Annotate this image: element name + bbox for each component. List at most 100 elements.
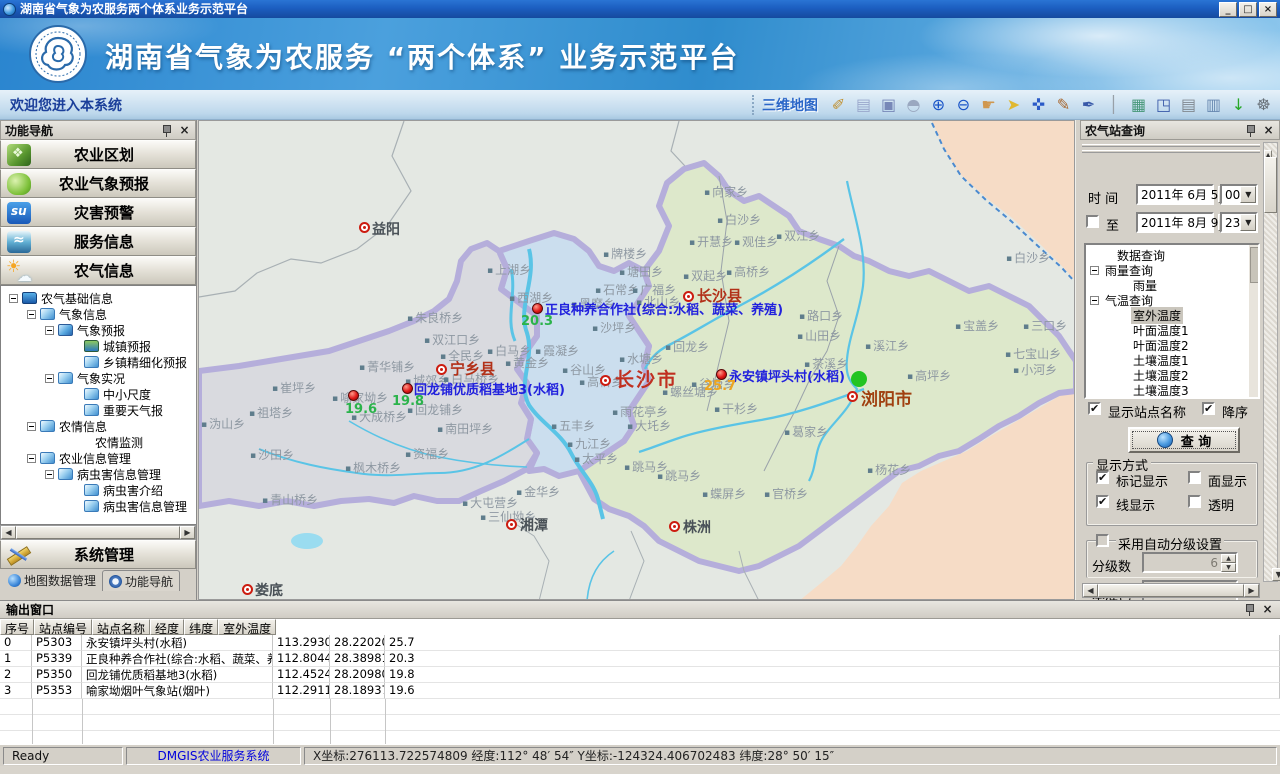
query-tree-item[interactable]: 叶面温度1 (1086, 323, 1258, 338)
scroll-thumb[interactable] (16, 526, 180, 539)
nav-tree-item[interactable]: 中小尺度 (1, 386, 196, 402)
query-tree-item[interactable]: 土壤温度1 (1086, 353, 1258, 368)
scroll-thumb[interactable] (1264, 157, 1277, 213)
station-marker[interactable] (600, 375, 611, 386)
panel-tab[interactable]: 功能导航 (102, 570, 180, 591)
query-button[interactable]: 查 询 (1128, 427, 1240, 453)
nav-tree-item[interactable]: 重要天气报 (1, 402, 196, 418)
column-header[interactable]: 纬度 (184, 619, 218, 635)
show-station-names-checkbox[interactable] (1088, 402, 1101, 415)
rect-select-icon[interactable]: ▣ (876, 94, 901, 116)
image-icon[interactable]: ▦ (1126, 94, 1151, 116)
restore-button[interactable]: □ (1239, 2, 1257, 17)
query-tree-item[interactable]: 数据查询 (1086, 248, 1258, 263)
query-tree-item[interactable]: 室外温度 (1086, 308, 1258, 323)
descending-checkbox[interactable] (1202, 402, 1215, 415)
column-header[interactable]: 室外温度 (218, 619, 276, 635)
station-marker[interactable] (402, 383, 413, 394)
date-from-combo[interactable]: 2011年 6月 5▼ (1136, 184, 1214, 205)
to-date-checkbox[interactable] (1086, 215, 1099, 228)
identify-brush-icon[interactable]: ✎ (1051, 94, 1076, 116)
zoom-out-icon[interactable]: ⊖ (951, 94, 976, 116)
page-icon[interactable]: ▤ (851, 94, 876, 116)
station-marker[interactable] (669, 521, 680, 532)
settings-gear-icon[interactable]: ☸ (1251, 94, 1276, 116)
system-management-group[interactable]: 系统管理 (0, 540, 196, 569)
column-header[interactable]: 经度 (150, 619, 184, 635)
collapse-minus-icon[interactable] (45, 326, 54, 335)
station-marker[interactable] (532, 303, 543, 314)
nav-tree-item[interactable]: 城镇预报 (1, 338, 196, 354)
nav-tree-item[interactable]: 农情信息 (1, 418, 196, 434)
pin-icon[interactable] (1244, 603, 1255, 616)
accordion-group[interactable]: 农业区划 (0, 140, 196, 169)
nav-tree-hscrollbar[interactable]: ◀ ▶ (0, 525, 196, 540)
chevron-down-icon[interactable]: ▼ (1240, 186, 1256, 203)
scroll-left-icon[interactable]: ◀ (1, 526, 16, 539)
zoom-in-icon[interactable]: ⊕ (926, 94, 951, 116)
query-tree-item[interactable]: 土壤温度4 (1086, 398, 1258, 399)
collapse-minus-icon[interactable] (9, 294, 18, 303)
scroll-down-icon[interactable]: ▼ (1272, 568, 1280, 581)
nav-tree-item[interactable]: 气象实况 (1, 370, 196, 386)
tree-vscrollbar[interactable] (1249, 245, 1258, 397)
panel-vscrollbar[interactable]: ▲ ▼ (1263, 142, 1278, 582)
nav-tree-item[interactable]: 病虫害信息管理 (1, 466, 196, 482)
measure-ruler-icon[interactable]: ✐ (826, 94, 851, 116)
nav-tree-item[interactable]: 气象预报 (1, 322, 196, 338)
nav-tree-item[interactable]: 气象信息 (1, 306, 196, 322)
nav-tree-item[interactable]: 农业信息管理 (1, 450, 196, 466)
station-marker[interactable] (242, 584, 253, 595)
close-panel-icon[interactable]: × (1261, 603, 1274, 616)
table-row[interactable]: 1 P5339 正良种养合作社(综合:水稻、蔬菜、养殖) 112.804441 … (0, 651, 1280, 667)
collapse-minus-icon[interactable] (27, 454, 36, 463)
column-header[interactable]: 站点编号 (34, 619, 92, 635)
transparent-checkbox[interactable] (1188, 495, 1201, 508)
table-row[interactable]: 3 P5353 喻家坳烟叶气象站(烟叶) 112.291174 28.18937… (0, 683, 1280, 699)
pin-icon[interactable] (161, 124, 172, 137)
table-row[interactable]: 2 P5350 回龙铺优质稻基地3(水稻) 112.45245 28.20980… (0, 667, 1280, 683)
collapse-minus-icon[interactable] (45, 470, 54, 479)
download-icon[interactable]: ↓ (1226, 94, 1251, 116)
map-view[interactable]: 上湖乡西湖乡牌楼乡塘田乡石常乡广福乡黑糜乡北山乡向家乡白沙乡开慧乡观佳乡双江乡双… (198, 120, 1075, 600)
spin-up-icon[interactable]: ▲ (1221, 554, 1236, 563)
accordion-group[interactable]: 农气信息 (0, 256, 196, 285)
station-marker[interactable] (851, 371, 867, 387)
query-tree-item[interactable]: 土壤温度3 (1086, 383, 1258, 398)
close-panel-icon[interactable]: × (1262, 124, 1275, 137)
station-marker[interactable] (348, 390, 359, 401)
close-button[interactable]: × (1259, 2, 1277, 17)
chevron-down-icon[interactable]: ▼ (1240, 214, 1256, 231)
station-marker[interactable] (359, 222, 370, 233)
station-marker[interactable] (436, 364, 447, 375)
nav-tree-item[interactable]: 农气基础信息 (1, 290, 196, 306)
move-icon[interactable]: ✜ (1026, 94, 1051, 116)
query-tree-item[interactable]: 叶面温度2 (1086, 338, 1258, 353)
collapse-minus-icon[interactable] (45, 374, 54, 383)
map3d-button[interactable]: 三维地图 (762, 95, 818, 115)
face-display-checkbox[interactable] (1188, 471, 1201, 484)
grade-count-stepper[interactable]: 6 ▲▼ (1142, 552, 1238, 573)
auto-grade-checkbox[interactable] (1096, 534, 1109, 547)
pan-hand-icon[interactable]: ☛ (976, 94, 1001, 116)
line-display-checkbox[interactable] (1096, 495, 1109, 508)
query-tree-item[interactable]: 土壤温度2 (1086, 368, 1258, 383)
separator[interactable]: │ (1101, 94, 1126, 116)
status-app-name[interactable]: DMGIS农业服务系统 (126, 747, 301, 765)
query-magnifier-icon[interactable]: ✒ (1076, 94, 1101, 116)
pin-icon[interactable] (1245, 124, 1256, 137)
station-marker[interactable] (506, 519, 517, 530)
spin-down-icon[interactable]: ▼ (1221, 563, 1236, 572)
query-tree-item[interactable]: 雨量查询 (1086, 263, 1258, 278)
window-icon[interactable]: ◳ (1151, 94, 1176, 116)
accordion-group[interactable]: 农业气象预报 (0, 169, 196, 198)
column-header[interactable]: 序号 (0, 619, 34, 635)
print-icon[interactable]: ▤ (1176, 94, 1201, 116)
nav-tree-item[interactable]: 病虫害信息管理 (1, 498, 196, 514)
minimize-button[interactable]: _ (1219, 2, 1237, 17)
table-row[interactable]: 0 P5303 永安镇坪头村(水稻) 113.293033 28.220201 … (0, 635, 1280, 651)
close-panel-icon[interactable]: × (178, 124, 191, 137)
date-to-combo[interactable]: 2011年 8月 9▼ (1136, 212, 1214, 233)
accordion-group[interactable]: 灾害预警 (0, 198, 196, 227)
accordion-group[interactable]: 服务信息 (0, 227, 196, 256)
